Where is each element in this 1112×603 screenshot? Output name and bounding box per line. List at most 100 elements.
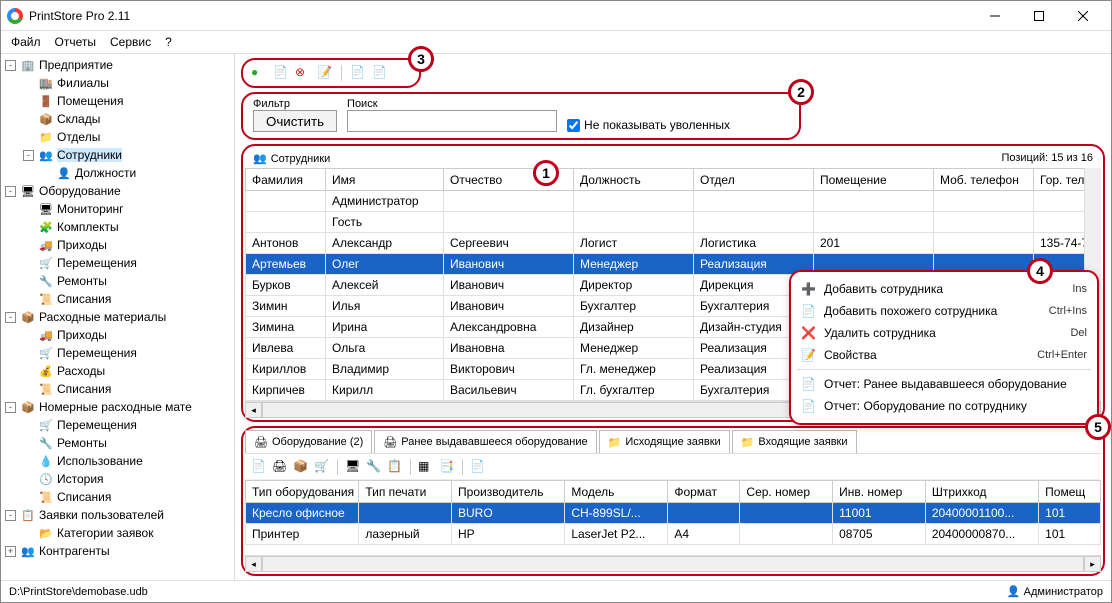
tree-item[interactable]: 🛒Перемещения [1,254,234,272]
tb2-action-icon[interactable]: 📦 [293,459,309,475]
edit-icon[interactable]: 📝 [317,65,333,81]
tree-item[interactable]: 💰Расходы [1,362,234,380]
user-icon: 👤 [1007,586,1021,598]
col-header[interactable]: Моб. телефон [934,169,1034,191]
context-menu-item[interactable]: 📄Отчет: Ранее выдававшееся оборудование [791,373,1097,395]
col-header[interactable]: Фамилия [246,169,326,191]
col-header[interactable]: Тип печати [359,481,452,503]
tb2-icon-6[interactable]: 🔧 [366,459,382,475]
tree-item[interactable]: 📜Списания [1,488,234,506]
tree-item[interactable]: -📦Расходные материалы [1,308,234,326]
tree-item[interactable]: +👥Контрагенты [1,542,234,560]
close-button[interactable] [1061,2,1105,30]
add-icon[interactable]: ● [251,65,267,81]
tree-item[interactable]: 👤Должности [1,164,234,182]
tree-icon: 🛒 [38,345,54,361]
tree-item[interactable]: -👥Сотрудники [1,146,234,164]
tree-item[interactable]: -📋Заявки пользователей [1,506,234,524]
col-header[interactable]: Тип оборудования [246,481,359,503]
tb2-icon-8[interactable]: ▦ [418,459,434,475]
tree-item[interactable]: 🔧Ремонты [1,434,234,452]
table-row[interactable]: Кресло офисноеBUROCH-899SL/...1100120400… [246,503,1101,524]
tb2-print-icon[interactable]: 🖨 [272,459,288,475]
tree-item[interactable]: -🏢Предприятие [1,56,234,74]
tree-item[interactable]: 🚚Приходы [1,326,234,344]
tree-label: Комплекты [57,220,119,234]
tree-item[interactable]: 🏬Филиалы [1,74,234,92]
tree-item[interactable]: 🚪Помещения [1,92,234,110]
tab[interactable]: 🖨Ранее выдававшееся оборудование [374,430,596,453]
tb2-cart-icon[interactable]: 🛒 [314,459,330,475]
cell [740,524,833,545]
col-header[interactable]: Инв. номер [833,481,926,503]
context-menu[interactable]: ➕Добавить сотрудникаIns📄Добавить похожег… [789,270,1099,425]
col-header[interactable]: Формат [668,481,740,503]
table-row[interactable]: Администратор [246,191,1085,212]
context-menu-item[interactable]: 📄Отчет: Оборудование по сотруднику [791,395,1097,417]
col-header[interactable]: Производитель [452,481,565,503]
col-header[interactable]: Гор. телефон [1034,169,1085,191]
cell: 08705 [833,524,926,545]
menu-service[interactable]: Сервис [110,35,151,49]
tree-item[interactable]: 📂Категории заявок [1,524,234,542]
table-row[interactable]: Гость [246,212,1085,233]
context-menu-item[interactable]: 📄Добавить похожего сотрудникаCtrl+Ins [791,300,1097,322]
tb2-icon-10[interactable]: 📄 [470,459,486,475]
detail-tabs[interactable]: 🖨Оборудование (2)🖨Ранее выдававшееся обо… [245,430,1101,454]
report-icon-2[interactable]: 📄 [372,65,388,81]
tree-item[interactable]: 🖥Мониторинг [1,200,234,218]
copy-icon[interactable]: 📄 [273,65,289,81]
tree-item[interactable]: 📜Списания [1,380,234,398]
tree-item[interactable]: 🛒Перемещения [1,344,234,362]
tree-icon: 🔧 [38,435,54,451]
tb2-icon-5[interactable]: 🖥 [345,459,361,475]
tb2-add-icon[interactable]: 📄 [251,459,267,475]
hide-fired-checkbox[interactable]: Не показывать уволенных [567,118,730,132]
tree-item[interactable]: 🧩Комплекты [1,218,234,236]
minimize-button[interactable] [973,2,1017,30]
hscroll2[interactable]: ◂▸ [245,555,1101,572]
tree-item[interactable]: 📜Списания [1,290,234,308]
col-header[interactable]: Штрихкод [925,481,1038,503]
col-header[interactable]: Отдел [694,169,814,191]
menu-label: Отчет: Оборудование по сотруднику [824,399,1027,413]
col-header[interactable]: Должность [574,169,694,191]
tb2-icon-9[interactable]: 📑 [439,459,455,475]
menu-reports[interactable]: Отчеты [55,35,96,49]
cell [1034,191,1085,212]
table-row[interactable]: АнтоновАлександрСергеевичЛогистЛогистика… [246,233,1085,254]
col-header[interactable]: Помещ [1039,481,1101,503]
context-menu-item[interactable]: ❌Удалить сотрудникаDel [791,322,1097,344]
col-header[interactable]: Имя [326,169,444,191]
context-menu-item[interactable]: ➕Добавить сотрудникаIns [791,278,1097,300]
tree-label: Перемещения [57,418,137,432]
search-input[interactable] [347,110,557,132]
menu-file[interactable]: Файл [11,35,41,49]
tab[interactable]: 🖨Оборудование (2) [245,430,372,453]
tree-item[interactable]: 📁Отделы [1,128,234,146]
tree-item[interactable]: 📦Склады [1,110,234,128]
tree-item[interactable]: -📦Номерные расходные мате [1,398,234,416]
tab[interactable]: 📁Входящие заявки [732,430,857,453]
hide-fired-check-input[interactable] [567,119,580,132]
tree-item[interactable]: -🖥Оборудование [1,182,234,200]
table-row[interactable]: ПринтерлазерныйHPLaserJet P2...A40870520… [246,524,1101,545]
report-icon-1[interactable]: 📄 [350,65,366,81]
delete-icon[interactable]: ⊗ [295,65,311,81]
equipment-table[interactable]: Тип оборудованияТип печатиПроизводительМ… [245,480,1101,545]
menu-help[interactable]: ? [165,35,172,49]
tree-item[interactable]: 💧Использование [1,452,234,470]
maximize-button[interactable] [1017,2,1061,30]
tab[interactable]: 📁Исходящие заявки [599,430,730,453]
col-header[interactable]: Помещение [814,169,934,191]
tree-item[interactable]: 🚚Приходы [1,236,234,254]
col-header[interactable]: Модель [565,481,668,503]
context-menu-item[interactable]: 📝СвойстваCtrl+Enter [791,344,1097,366]
tb2-icon-7[interactable]: 📋 [387,459,403,475]
tree-item[interactable]: 🛒Перемещения [1,416,234,434]
tree-item[interactable]: 🔧Ремонты [1,272,234,290]
sidebar-tree[interactable]: -🏢Предприятие🏬Филиалы🚪Помещения📦Склады📁О… [1,54,235,580]
col-header[interactable]: Сер. номер [740,481,833,503]
clear-filter-button[interactable]: Очистить [253,110,337,132]
tree-item[interactable]: 🕓История [1,470,234,488]
